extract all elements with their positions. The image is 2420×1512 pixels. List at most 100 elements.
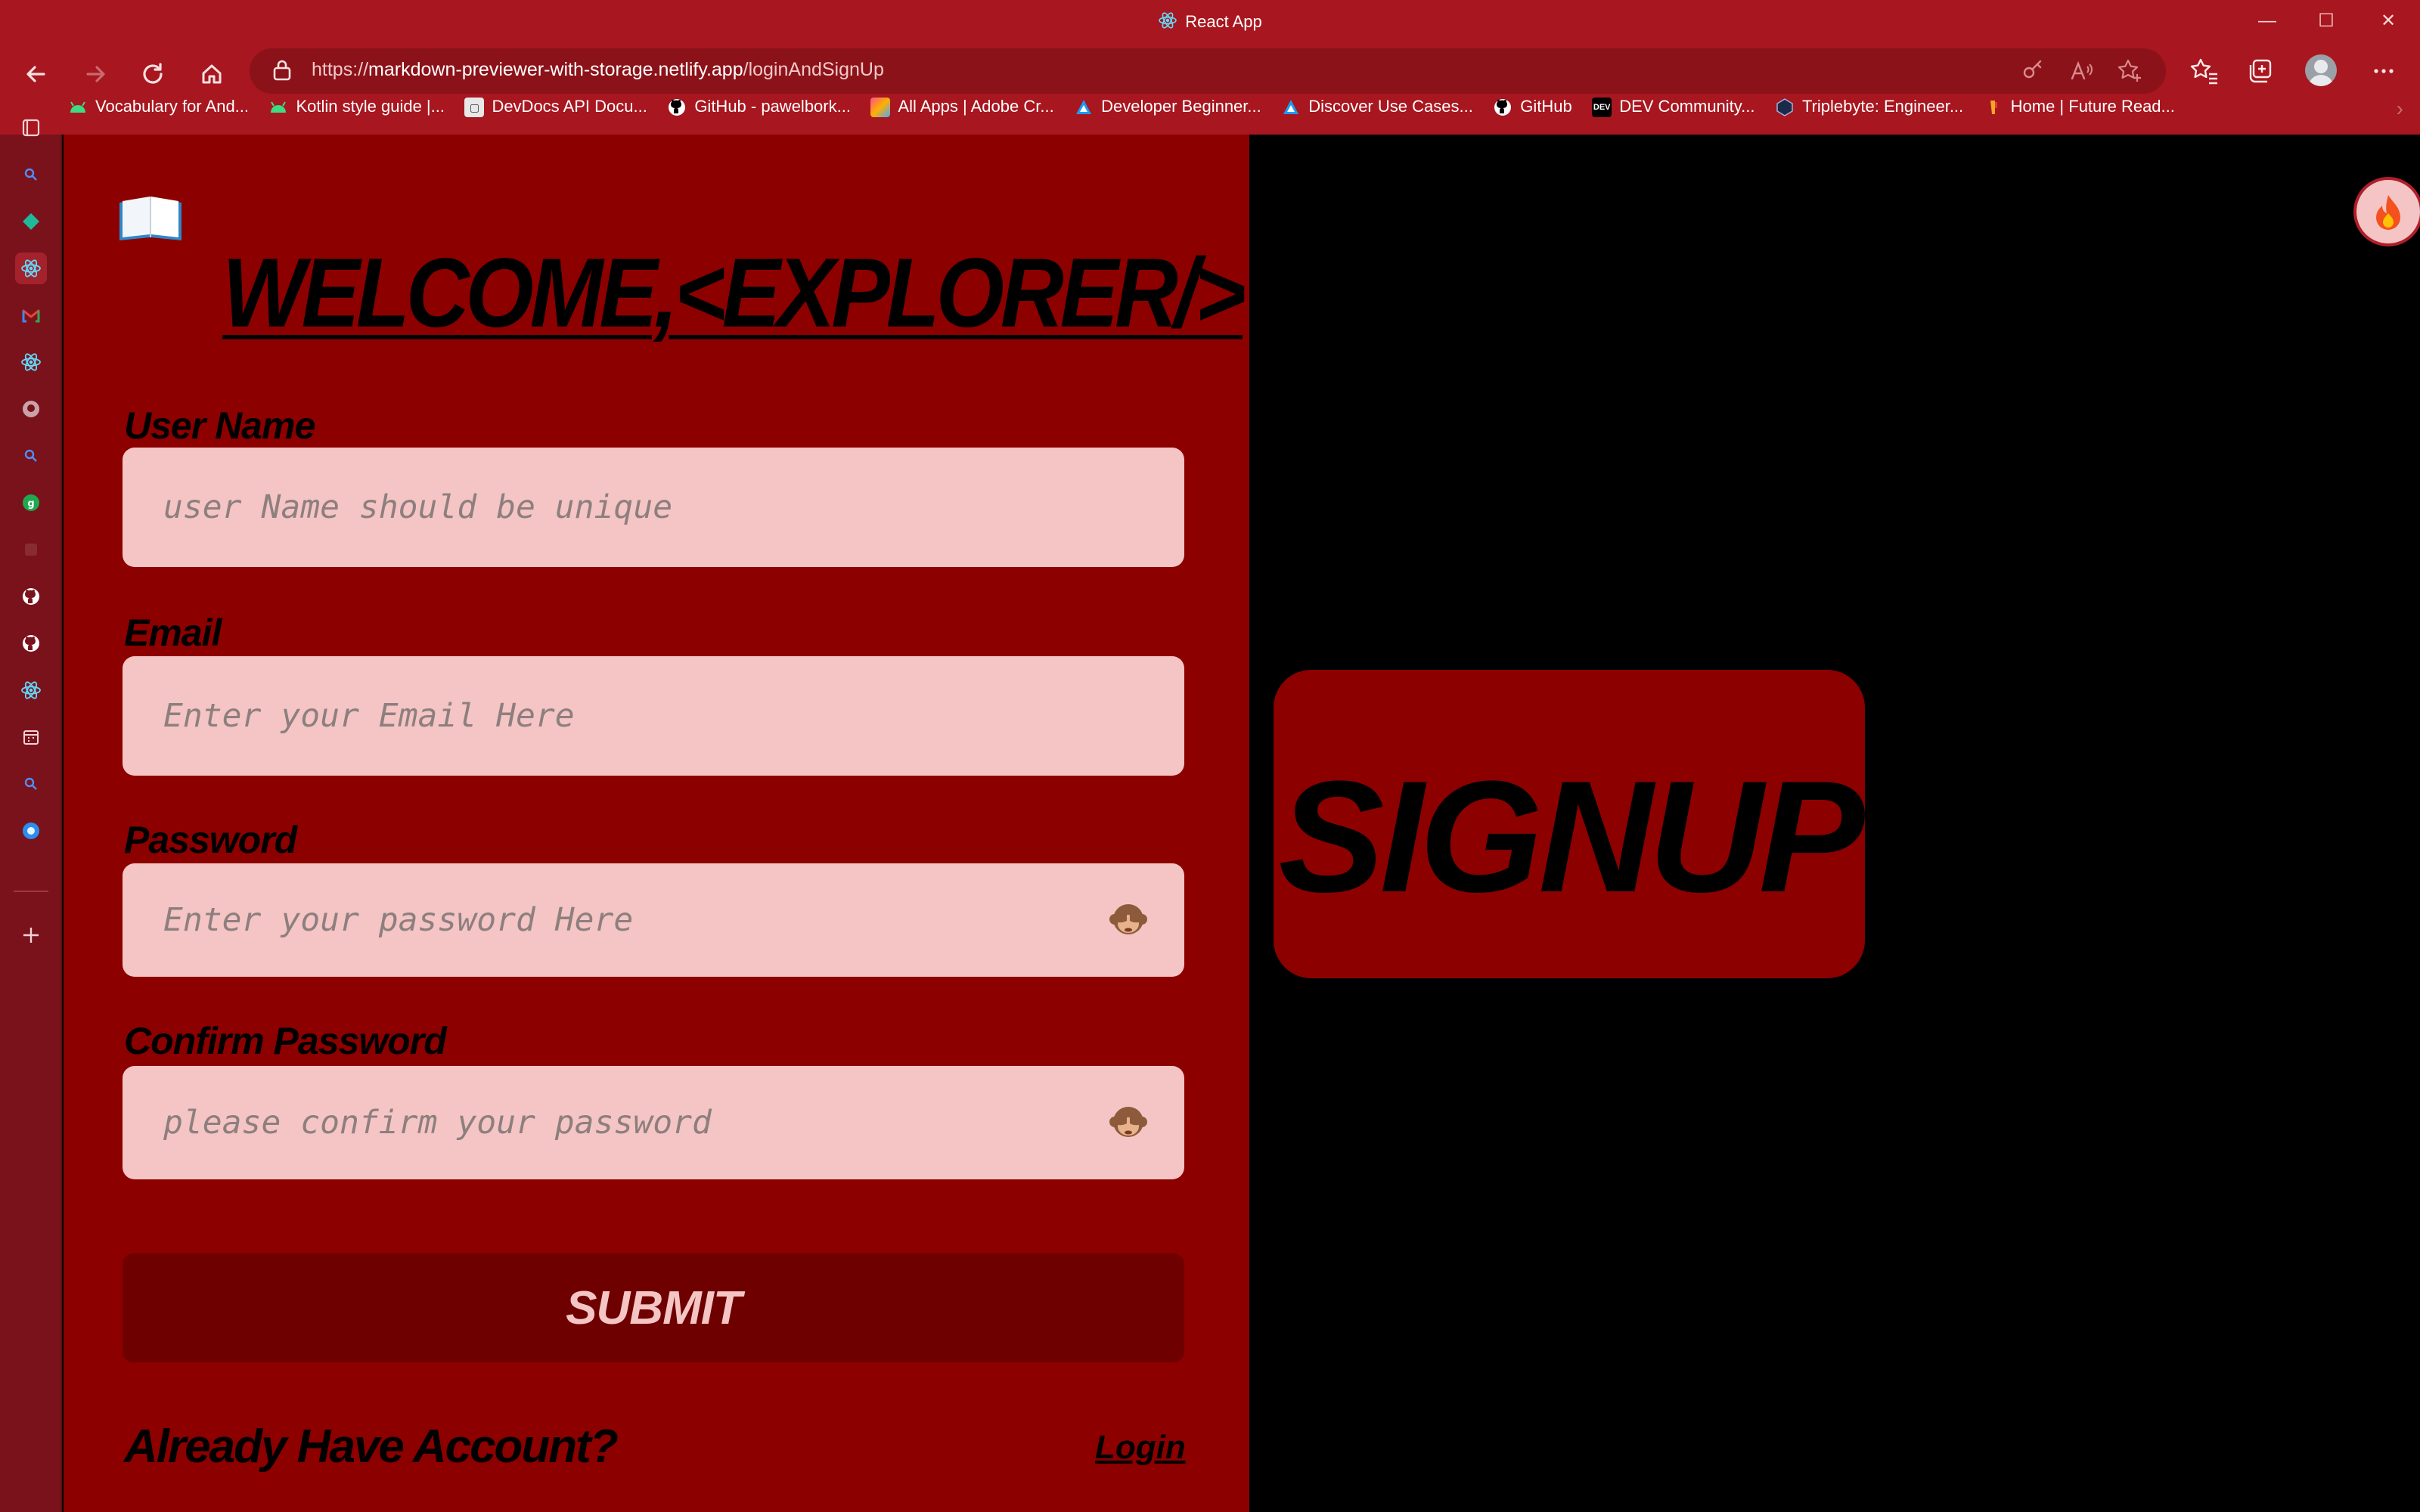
future-read-icon (1984, 98, 2003, 117)
bookmark-item[interactable]: Vocabulary for And... (68, 97, 249, 117)
collections-icon[interactable] (2243, 53, 2279, 89)
already-have-account-text: Already Have Account? (124, 1421, 619, 1473)
tab-actions-icon[interactable] (15, 112, 47, 144)
bookmark-item[interactable]: GitHub (1493, 97, 1572, 117)
bookmark-item[interactable]: DEV DEV Community... (1592, 97, 1755, 118)
react-app-icon[interactable] (15, 253, 47, 284)
submit-button[interactable]: SUBMIT (123, 1253, 1184, 1362)
bookmark-item[interactable]: GitHub - pawelbork... (667, 97, 851, 117)
react-app-icon[interactable] (15, 346, 47, 378)
window-title-text: React App (1185, 11, 1262, 31)
gmail-icon[interactable] (15, 299, 47, 331)
signup-form-panel: WELCOME,<EXPLORER/> User Name Email Pass… (64, 135, 1249, 1512)
search-icon[interactable] (15, 768, 47, 800)
forward-icon[interactable] (73, 51, 118, 97)
adobe-cc-icon (870, 98, 891, 118)
window-title: React App (0, 11, 2420, 35)
username-input[interactable] (123, 448, 1184, 567)
email-label: Email (124, 612, 222, 654)
calendar-icon[interactable] (15, 721, 47, 753)
bookmark-item[interactable]: Kotlin style guide |... (268, 97, 445, 117)
add-favorite-icon[interactable] (2116, 57, 2143, 85)
url-text[interactable]: https://markdown-previewer-with-storage.… (312, 59, 884, 81)
url-path: /loginAndSignUp (743, 59, 884, 80)
browser-sidebar: g (0, 119, 62, 1512)
github-icon (1493, 98, 1512, 117)
theme-toggle-button[interactable] (2353, 177, 2420, 246)
bookmark-label: Vocabulary for And... (95, 97, 250, 116)
signup-banner-panel: SIGNUP (1249, 135, 2420, 1512)
github-icon[interactable] (15, 393, 47, 425)
bookmarks-bar: Vocabulary for And... Kotlin style guide… (68, 97, 2382, 127)
lock-icon[interactable] (272, 59, 292, 82)
chevron-right-icon[interactable]: › (2397, 97, 2403, 121)
blank-app-icon[interactable] (15, 534, 47, 565)
android-icon (68, 98, 88, 117)
svg-text:g: g (27, 498, 34, 510)
react-icon (1158, 11, 1177, 35)
devdocs-icon: ▢ (464, 98, 485, 118)
bookmark-label: Home | Future Read... (2010, 97, 2175, 116)
confirm-password-label: Confirm Password (124, 1020, 447, 1062)
key-icon[interactable] (2019, 57, 2046, 85)
profile-avatar[interactable] (2305, 54, 2337, 86)
bookmark-item[interactable]: Discover Use Cases... (1281, 97, 1473, 117)
address-bar[interactable]: https://markdown-previewer-with-storage.… (250, 48, 2166, 94)
bookmark-label: Kotlin style guide |... (296, 97, 445, 116)
back-icon[interactable] (14, 51, 59, 97)
browser-title-bar: React App — ☐ ✕ (0, 0, 2420, 44)
page-content: WELCOME,<EXPLORER/> User Name Email Pass… (64, 135, 2420, 1512)
bookmark-label: Triplebyte: Engineer... (1801, 97, 1964, 116)
maximize-button[interactable]: ☐ (2310, 8, 2343, 35)
refresh-icon[interactable] (130, 51, 175, 97)
search-icon[interactable] (15, 159, 47, 191)
bookmark-label: DevDocs API Docu... (492, 97, 647, 116)
github-icon[interactable] (15, 627, 47, 659)
url-scheme: https:// (312, 59, 369, 80)
see-no-evil-monkey-icon[interactable] (1107, 898, 1150, 940)
login-link[interactable]: Login (1095, 1429, 1186, 1467)
page-title: WELCOME,<EXPLORER/> (222, 237, 1246, 348)
globe-app-icon[interactable] (15, 815, 47, 847)
react-app-icon[interactable] (15, 674, 47, 706)
android-icon (268, 98, 288, 117)
sidebar-divider (14, 891, 48, 892)
bookmark-item[interactable]: Developer Beginner... (1074, 97, 1261, 117)
bookmark-label: GitHub - pawelbork... (694, 97, 851, 116)
see-no-evil-monkey-icon[interactable] (1107, 1101, 1150, 1143)
bookmark-item[interactable]: ▢ DevDocs API Docu... (464, 97, 647, 118)
bookmark-label: GitHub (1520, 97, 1572, 116)
add-icon[interactable] (15, 919, 47, 951)
signup-banner-card: SIGNUP (1274, 670, 1865, 978)
close-window-button[interactable]: ✕ (2372, 8, 2405, 35)
azure-icon (1074, 98, 1094, 117)
home-icon[interactable] (189, 51, 234, 97)
more-menu-icon[interactable] (2366, 53, 2402, 89)
green-app-icon[interactable]: g (15, 487, 47, 519)
password-label: Password (124, 819, 297, 861)
bookmark-label: All Apps | Adobe Cr... (898, 97, 1054, 116)
github-icon (667, 98, 687, 117)
password-input[interactable] (123, 863, 1184, 977)
confirm-password-input[interactable] (123, 1066, 1184, 1179)
search-icon[interactable] (15, 440, 47, 472)
triplebyte-icon (1775, 98, 1795, 117)
username-label: User Name (124, 404, 315, 447)
diamond-app-icon[interactable] (15, 206, 47, 237)
url-host: markdown-previewer-with-storage.netlify.… (368, 59, 743, 80)
signup-banner-text: SIGNUP (1278, 748, 1864, 925)
bookmark-label: DEV Community... (1619, 97, 1755, 116)
bookmark-item[interactable]: Home | Future Read... (1984, 97, 2175, 117)
read-aloud-icon[interactable] (2068, 57, 2095, 85)
bookmark-item[interactable]: Triplebyte: Engineer... (1775, 97, 1963, 117)
open-book-icon (116, 195, 185, 242)
minimize-button[interactable]: — (2251, 8, 2284, 35)
bookmark-item[interactable]: All Apps | Adobe Cr... (870, 97, 1054, 118)
favorites-icon[interactable] (2186, 53, 2222, 89)
azure-icon (1281, 98, 1301, 117)
github-icon[interactable] (15, 581, 47, 612)
bookmark-label: Developer Beginner... (1101, 97, 1261, 116)
bookmark-label: Discover Use Cases... (1308, 97, 1473, 116)
email-input[interactable] (123, 656, 1184, 776)
dev-icon: DEV (1592, 98, 1612, 118)
